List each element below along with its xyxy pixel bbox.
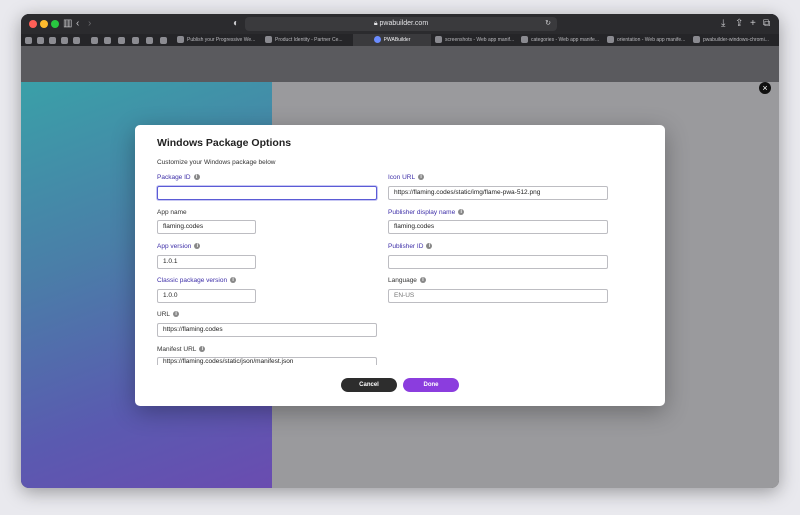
pinned-tab-icon[interactable] [73, 37, 80, 44]
done-button[interactable]: Done [403, 378, 459, 392]
url-text: pwabuilder.com [379, 20, 429, 27]
pinned-tab-icon[interactable] [91, 37, 98, 44]
app-version-label: App version i [157, 243, 201, 250]
url-label: URL i [157, 311, 180, 318]
privacy-shield-icon[interactable]: ◐ [233, 17, 239, 31]
app-version-input[interactable] [157, 255, 256, 269]
pinned-tab-icon[interactable] [25, 37, 32, 44]
close-icon[interactable]: × [759, 82, 771, 94]
tab[interactable]: orientation - Web app manife... [607, 34, 689, 46]
dialog-title: Windows Package Options [157, 137, 292, 149]
tab-overview-icon[interactable]: ⧉ [763, 17, 770, 31]
app-name-label: App name [157, 209, 187, 216]
url-input[interactable] [157, 323, 377, 337]
info-icon[interactable]: i [419, 277, 426, 284]
publisher-id-label: Publisher ID i [388, 243, 433, 250]
title-bar: ▥ ‹ › ◐ 🔒︎ pwabuilder.com ↻ ⤓ ⇪ + ⧉ [21, 14, 779, 34]
icon-url-label: Icon URL i [388, 174, 425, 181]
sidebar-toggle-icon[interactable]: ▥ [63, 17, 72, 31]
mdn-icon [435, 36, 442, 44]
microsoft-icon [177, 36, 184, 44]
minimize-window-button[interactable] [40, 20, 48, 28]
tab[interactable]: pwabuilder-windows-chromi... [693, 34, 777, 46]
tab-bar: Publish your Progressive We... Product I… [21, 34, 779, 46]
publisher-display-name-input[interactable] [388, 220, 608, 234]
info-icon[interactable]: i [194, 243, 201, 250]
github-icon [693, 36, 700, 44]
info-icon[interactable]: i [426, 243, 433, 250]
info-icon[interactable]: i [199, 346, 206, 353]
tab[interactable]: screenshots - Web app manif... [435, 34, 517, 46]
mdn-icon [607, 36, 614, 44]
share-icon[interactable]: ⇪ [735, 17, 743, 31]
new-tab-icon[interactable]: + [750, 17, 756, 31]
language-label: Language i [388, 277, 426, 284]
pinned-tab-icon[interactable] [118, 37, 125, 44]
tab[interactable]: categories - Web app manife... [521, 34, 603, 46]
pinned-tab-icon[interactable] [146, 37, 153, 44]
microsoft-icon [265, 36, 272, 44]
classic-package-version-label: Classic package version i [157, 277, 237, 284]
close-window-button[interactable] [29, 20, 37, 28]
cancel-button[interactable]: Cancel [341, 378, 397, 392]
tab-active[interactable]: PWABuilder [353, 34, 431, 46]
info-icon[interactable]: i [230, 277, 237, 284]
pwabuilder-icon [373, 36, 381, 44]
tab[interactable]: Product Identity - Partner Ce... [265, 34, 349, 46]
language-input[interactable] [388, 289, 608, 303]
icon-url-input[interactable] [388, 186, 608, 200]
publisher-id-input[interactable] [388, 255, 608, 269]
classic-package-version-input[interactable] [157, 289, 256, 303]
pinned-tab-icon[interactable] [132, 37, 139, 44]
windows-package-options-dialog: Windows Package Options Customize your W… [135, 125, 665, 406]
pinned-tab-icon[interactable] [37, 37, 44, 44]
info-icon[interactable]: i [458, 209, 465, 216]
info-icon[interactable]: i [173, 311, 180, 318]
info-icon[interactable]: i [418, 174, 425, 181]
info-icon[interactable]: i [193, 174, 200, 181]
reload-icon[interactable]: ↻ [545, 17, 551, 31]
pinned-tab-icon[interactable] [104, 37, 111, 44]
zoom-window-button[interactable] [51, 20, 59, 28]
dialog-subtitle: Customize your Windows package below [157, 159, 276, 166]
publisher-display-name-label: Publisher display name i [388, 209, 465, 216]
app-name-input[interactable] [157, 220, 256, 234]
manifest-url-label: Manifest URL i [157, 346, 206, 353]
back-icon[interactable]: ‹ [76, 17, 79, 31]
package-id-input[interactable] [157, 186, 377, 200]
forward-icon[interactable]: › [88, 17, 91, 31]
tab[interactable]: Publish your Progressive We... [177, 34, 261, 46]
package-id-label: Package ID i [157, 174, 200, 181]
pinned-tab-icon[interactable] [160, 37, 167, 44]
address-bar[interactable]: 🔒︎ pwabuilder.com ↻ [245, 17, 557, 31]
pinned-tab-icon[interactable] [49, 37, 56, 44]
manifest-url-input[interactable] [157, 357, 377, 365]
pinned-tab-icon[interactable] [61, 37, 68, 44]
download-icon[interactable]: ⤓ [721, 17, 725, 31]
site-header [21, 46, 779, 82]
mdn-icon [521, 36, 528, 44]
